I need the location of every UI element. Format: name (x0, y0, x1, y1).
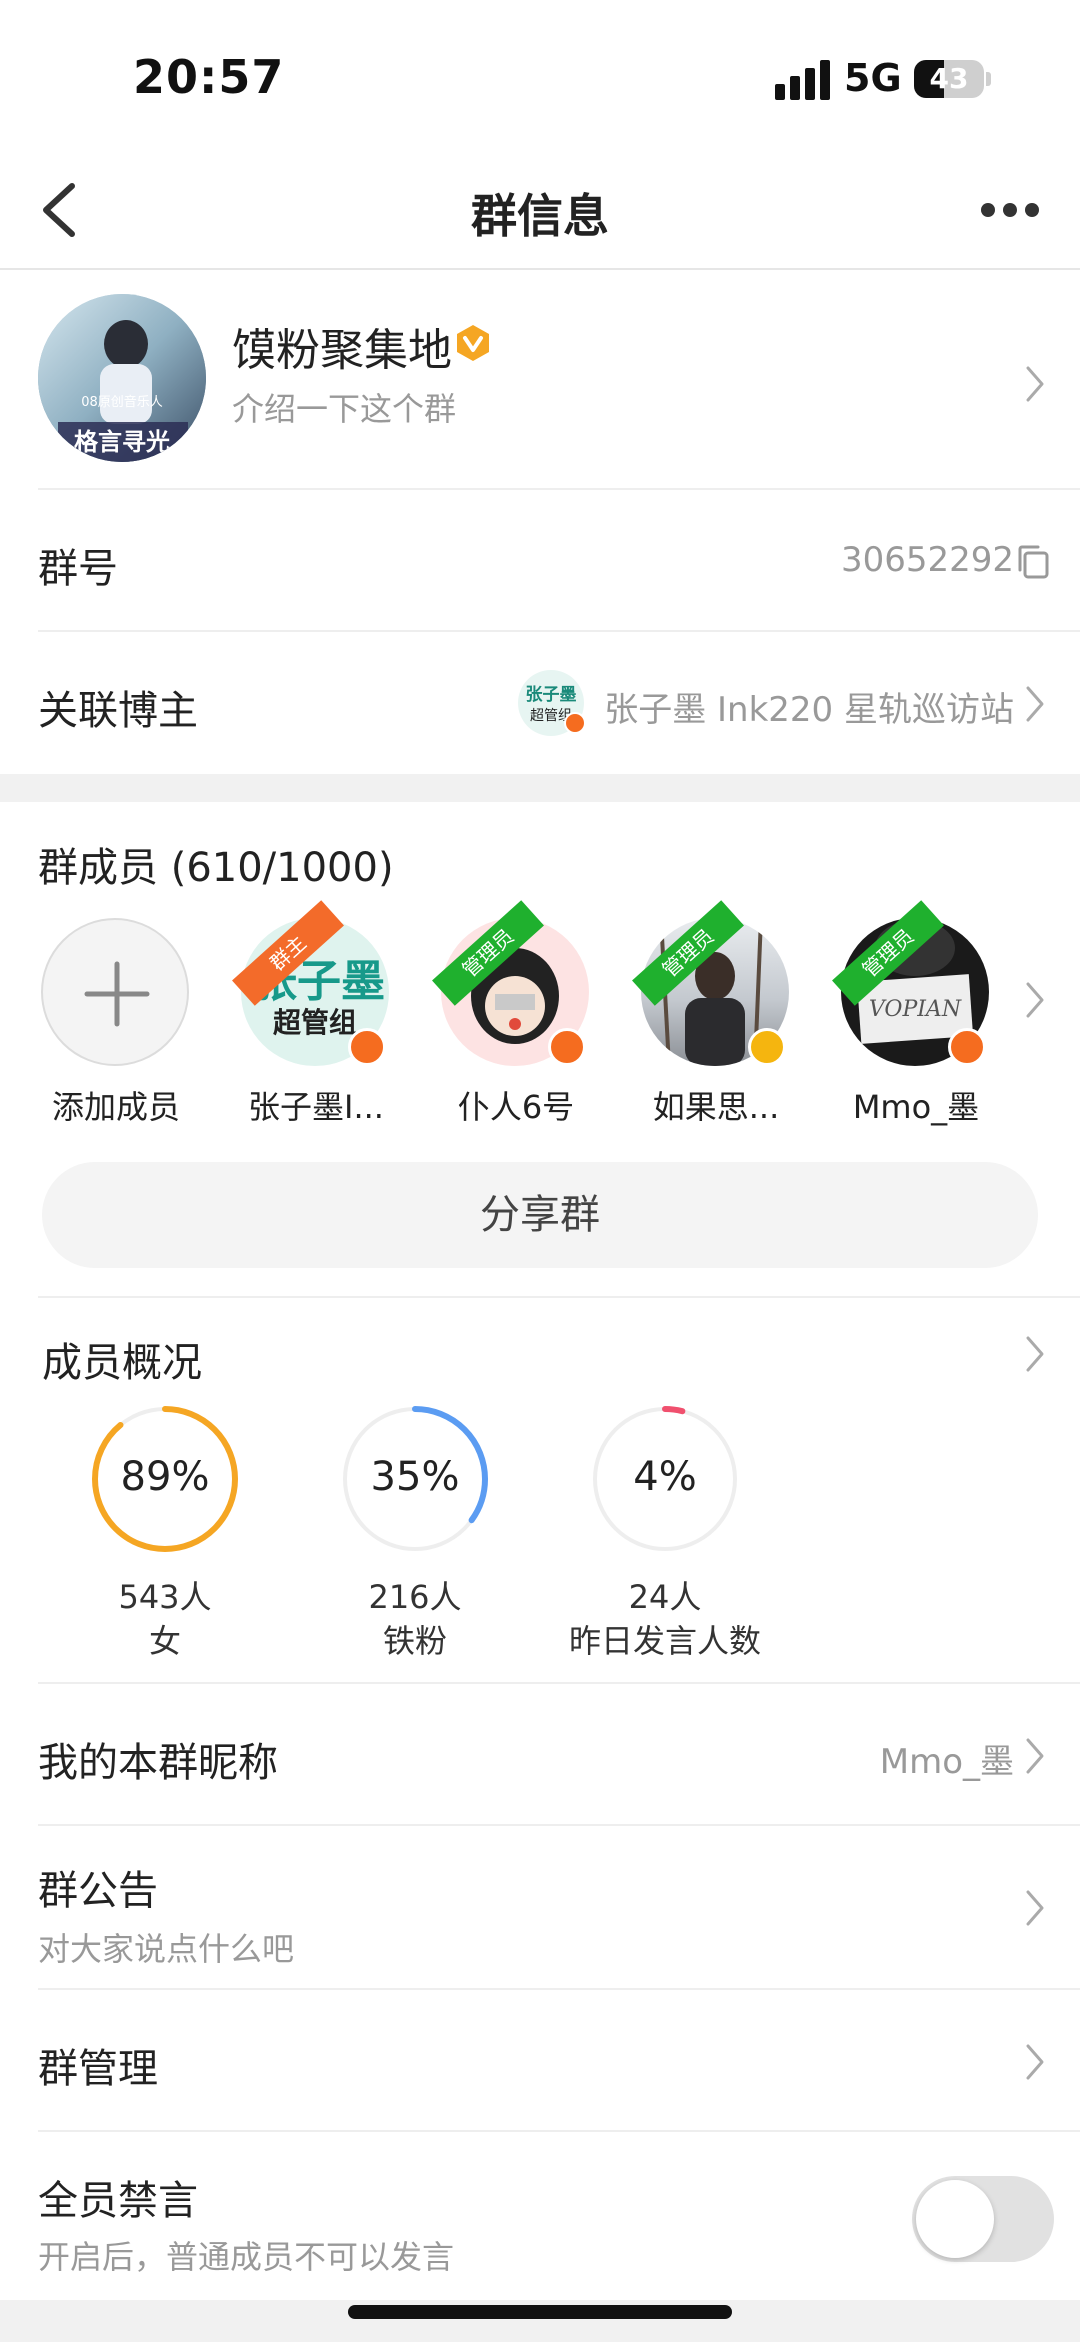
chevron-right-icon (1026, 686, 1044, 722)
stat-label: 铁粉 (382, 1622, 447, 1660)
group-avatar-caption-1: 08原创音乐人 (81, 394, 163, 410)
battery-icon: 43 (914, 60, 984, 98)
group-management-row[interactable]: 群管理 (38, 1990, 1080, 2132)
status-time: 20:57 (133, 50, 285, 104)
verified-badge-icon (748, 1028, 786, 1066)
stat-female: 89% 543人 女 (45, 1404, 285, 1664)
group-avatar-image: 08原创音乐人 格言寻光 (38, 294, 206, 462)
page-title: 群信息 (471, 189, 609, 243)
linked-blogger-row[interactable]: 关联博主 张子墨 超管组 张子墨 Ink220 星轨巡访站 (38, 632, 1080, 774)
verified-badge-icon (564, 712, 586, 734)
plus-icon (84, 961, 150, 1027)
group-avatar-caption-2: 格言寻光 (74, 427, 170, 456)
add-member-button[interactable]: 添加成员 (36, 918, 196, 1138)
signal-icon (775, 60, 831, 100)
stat-label: 女 (148, 1622, 181, 1660)
toggle-knob (916, 2180, 994, 2258)
verified-badge-icon (948, 1028, 986, 1066)
divider (38, 1296, 1080, 1298)
mute-all-toggle[interactable] (912, 2176, 1054, 2262)
verified-badge-icon (548, 1028, 586, 1066)
group-name: 馍粉聚集地 (232, 325, 452, 376)
member-item[interactable]: 管理员 如果思... (632, 900, 796, 1138)
group-number-row: 群号 30652292 (38, 490, 1080, 632)
group-number-value: 30652292 (840, 540, 1014, 580)
stat-label: 昨日发言人数 (568, 1622, 761, 1660)
verified-badge-icon (348, 1028, 386, 1066)
chevron-right-icon[interactable] (1024, 1334, 1046, 1374)
share-group-button[interactable]: 分享群 (42, 1162, 1038, 1268)
nickname-value: Mmo_墨 (879, 1742, 1014, 1782)
member-avatar-text-2: 超管组 (273, 1006, 357, 1039)
linked-blogger-avatar-text-1: 张子墨 (526, 685, 577, 705)
nav-bar: 群信息 (0, 150, 1080, 270)
member-name: Mmo_墨 (852, 1088, 980, 1126)
member-name: 如果思... (652, 1088, 780, 1126)
copy-icon[interactable] (1016, 544, 1050, 580)
group-number-label: 群号 (38, 546, 118, 592)
nickname-label: 我的本群昵称 (38, 1740, 278, 1786)
member-name: 添加成员 (51, 1088, 180, 1126)
nickname-row[interactable]: 我的本群昵称 Mmo_墨 (38, 1684, 1080, 1826)
member-name: 张子墨I... (248, 1088, 384, 1126)
group-header[interactable]: 08原创音乐人 格言寻光 馍粉聚集地 介绍一下这个群 (0, 272, 1080, 488)
stat-iron-fans: 35% 216人 铁粉 (295, 1404, 535, 1664)
announcement-sub: 对大家说点什么吧 (38, 1930, 295, 1968)
home-indicator (348, 2305, 732, 2319)
management-label: 群管理 (38, 2046, 158, 2092)
linked-blogger-label: 关联博主 (38, 688, 198, 734)
chevron-right-icon (1026, 1890, 1044, 1926)
section-divider (0, 774, 1080, 802)
overview-title[interactable]: 成员概况 (42, 1330, 202, 1388)
battery-level: 43 (929, 62, 969, 95)
stat-count: 543人 (118, 1578, 212, 1616)
members-more-chevron-icon[interactable] (1024, 980, 1046, 1020)
announcement-row[interactable]: 群公告 对大家说点什么吧 (38, 1826, 1080, 1990)
mute-all-sub: 开启后，普通成员不可以发言 (38, 2238, 455, 2276)
member-item[interactable]: 管理员 仆人6号 (432, 900, 596, 1138)
group-avatar[interactable]: 08原创音乐人 格言寻光 (38, 294, 206, 462)
linked-blogger-name: 张子墨 Ink220 星轨巡访站 (604, 690, 1014, 730)
status-bar: 20:57 5G 43 (0, 0, 1080, 150)
chevron-right-icon (1026, 366, 1044, 402)
mute-all-label: 全员禁言 (38, 2178, 198, 2224)
member-name: 仆人6号 (457, 1088, 575, 1126)
stat-count: 24人 (628, 1578, 702, 1616)
chevron-right-icon (1026, 2044, 1044, 2080)
announcement-label: 群公告 (38, 1868, 158, 1914)
members-title: 群成员 (610/1000) (38, 845, 394, 891)
battery-tip (986, 72, 991, 86)
stat-percent: 35% (370, 1454, 460, 1500)
verified-badge-icon (457, 325, 489, 361)
member-item[interactable]: VOPIAN 管理员 Mmo_墨 (832, 900, 996, 1138)
stat-percent: 4% (633, 1454, 697, 1500)
member-item[interactable]: 张子墨 超管组 群主 张子墨I... (232, 900, 396, 1138)
stat-percent: 89% (120, 1454, 210, 1500)
add-member-circle[interactable] (41, 918, 189, 1066)
member-avatar-text: VOPIAN (869, 997, 962, 1022)
network-type: 5G (844, 56, 902, 100)
more-dots-icon[interactable] (975, 200, 1045, 220)
stat-speakers-yesterday: 4% 24人 昨日发言人数 (545, 1404, 785, 1664)
group-intro: 介绍一下这个群 (232, 390, 457, 428)
chevron-right-icon (1026, 1738, 1044, 1774)
stat-count: 216人 (368, 1578, 462, 1616)
